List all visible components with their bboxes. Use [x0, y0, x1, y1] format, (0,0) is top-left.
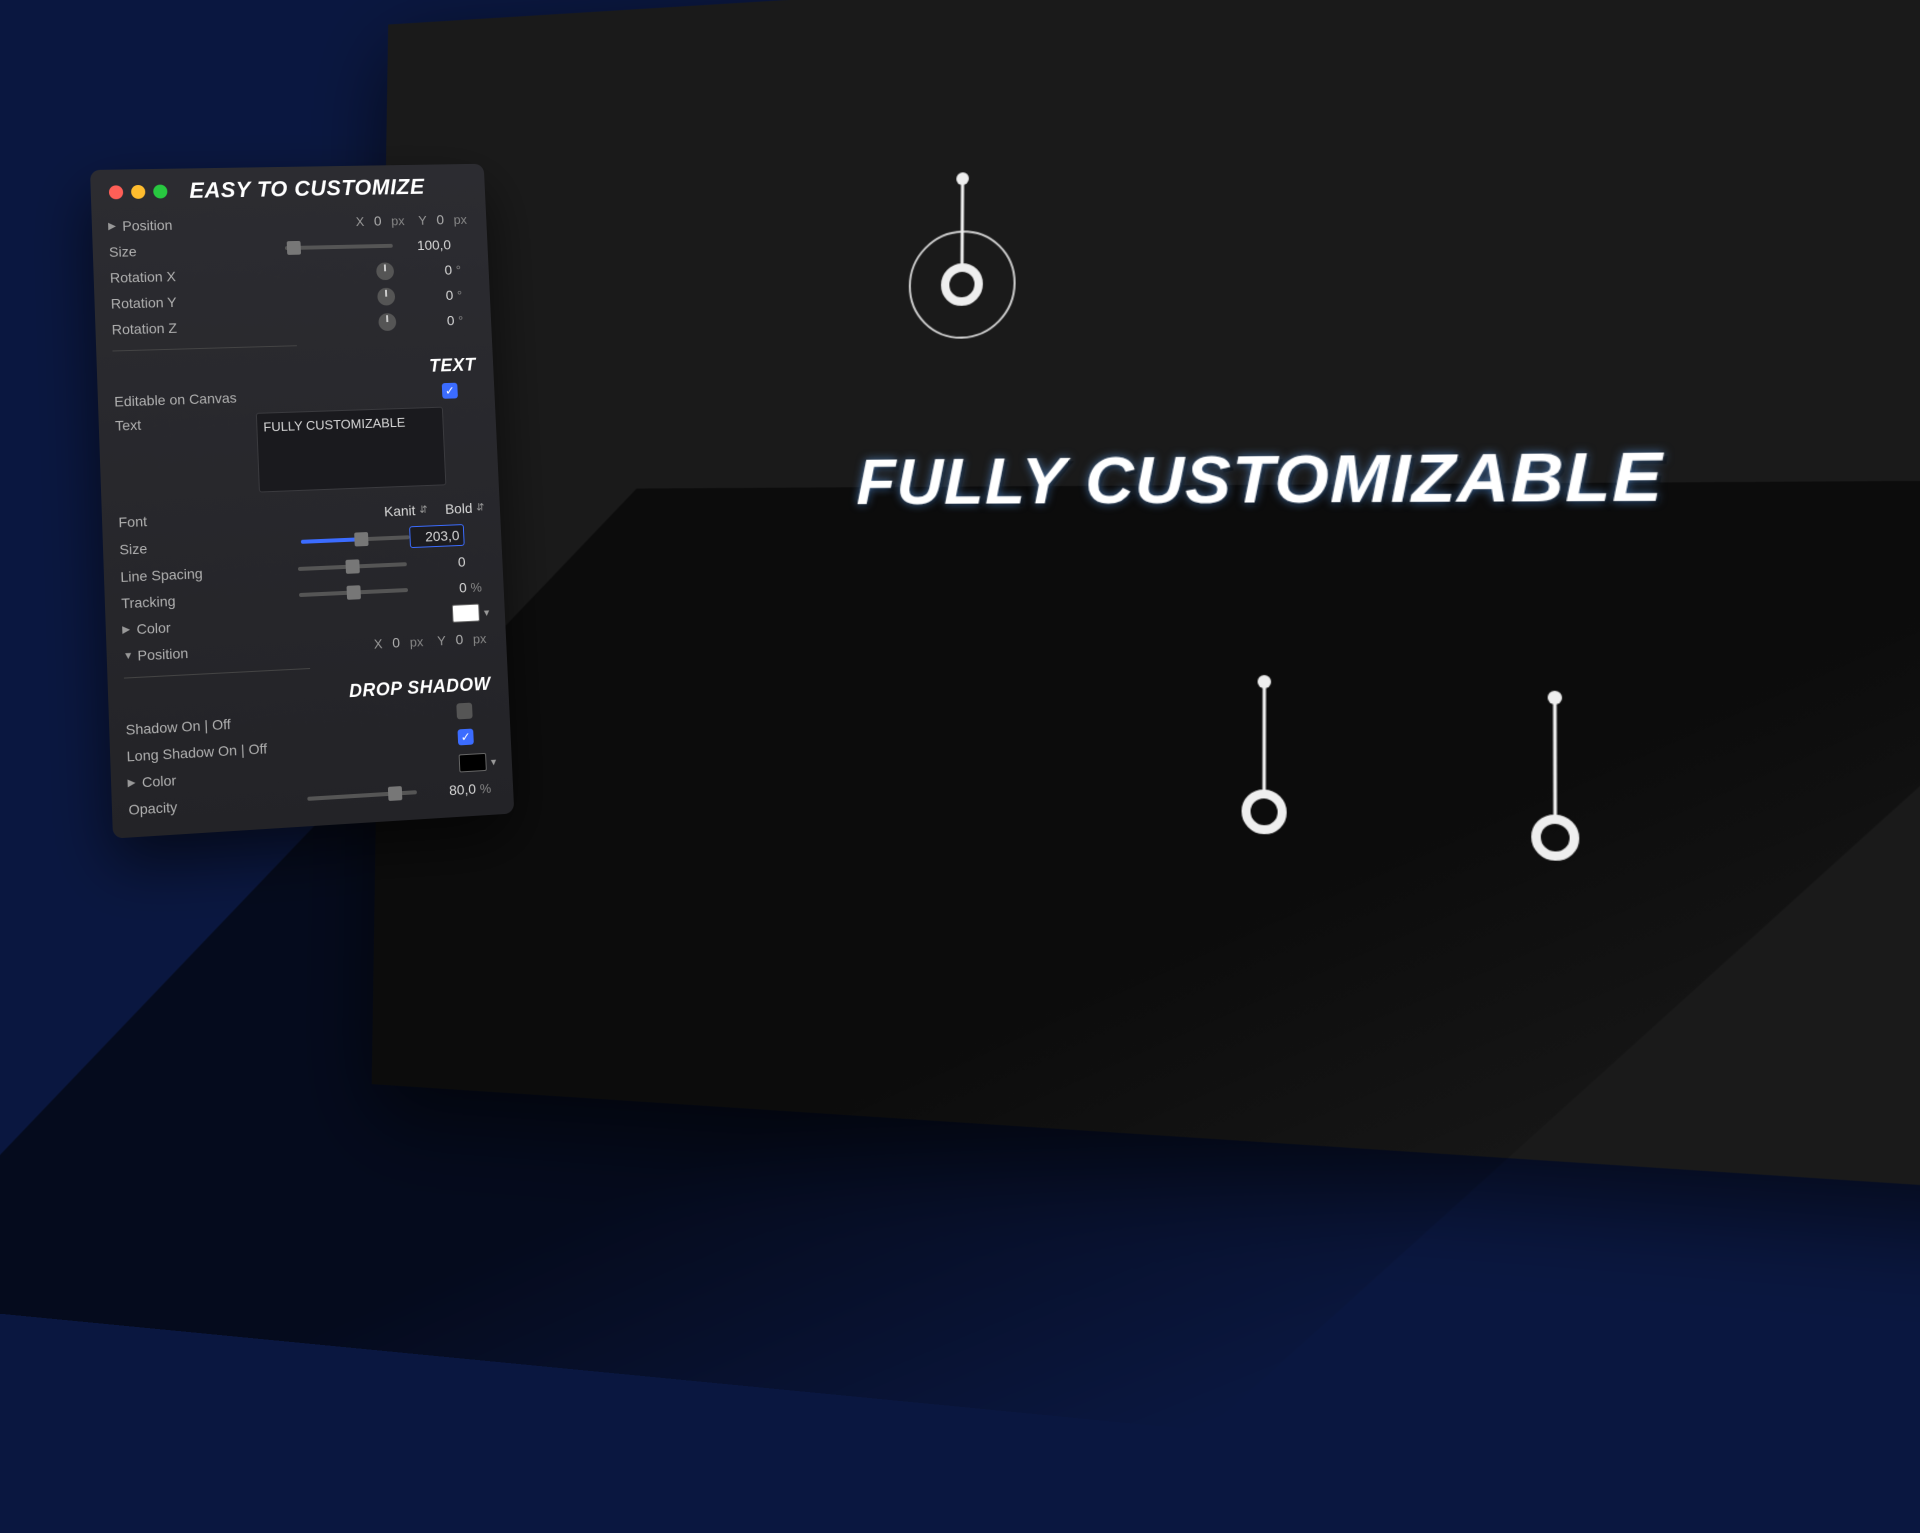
- text-position-y-axis: Y: [437, 633, 446, 648]
- shadow-color-swatch[interactable]: [459, 753, 487, 773]
- text-position-x-unit: px: [406, 633, 428, 649]
- divider: [112, 345, 296, 351]
- editable-on-canvas-label: Editable on Canvas: [114, 387, 315, 409]
- disclosure-icon[interactable]: ▶: [127, 777, 138, 789]
- font-size-slider[interactable]: [301, 535, 410, 544]
- rotation-x-value[interactable]: 0: [394, 262, 453, 279]
- position-label: Position: [122, 215, 263, 234]
- anchor-handle-bottom-left[interactable]: [1219, 672, 1310, 852]
- editable-on-canvas-checkbox[interactable]: [442, 383, 458, 399]
- rotation-z-label: Rotation Z: [111, 318, 252, 338]
- text-position-x-value[interactable]: 0: [392, 634, 400, 650]
- font-weight-select[interactable]: Bold ⇵: [445, 500, 485, 517]
- text-position-x-axis: X: [373, 636, 382, 651]
- rotation-y-unit: °: [453, 287, 475, 302]
- chevron-down-icon[interactable]: ▾: [484, 606, 490, 619]
- rotation-y-label: Rotation Y: [111, 292, 252, 311]
- font-label: Font: [118, 509, 260, 531]
- tracking-value[interactable]: 0: [408, 579, 467, 598]
- shadow-on-checkbox[interactable]: [456, 703, 472, 720]
- panel-title: EASY TO CUSTOMIZE: [189, 174, 425, 203]
- size-value[interactable]: 100,0: [392, 237, 451, 254]
- font-family-select[interactable]: Kanit ⇵: [384, 502, 428, 520]
- tracking-slider[interactable]: [299, 588, 408, 597]
- long-shadow-on-checkbox[interactable]: [457, 729, 473, 746]
- preview-viewport: FULLY CUSTOMIZABLE: [380, 0, 1920, 1080]
- font-family-value: Kanit: [384, 502, 416, 519]
- rotation-x-dial[interactable]: [376, 262, 394, 280]
- panel-titlebar[interactable]: EASY TO CUSTOMIZE: [102, 164, 474, 213]
- close-icon[interactable]: [109, 185, 124, 199]
- rotation-x-label: Rotation X: [110, 267, 251, 286]
- opacity-value[interactable]: 80,0: [417, 781, 477, 801]
- row-text: Text: [111, 402, 488, 501]
- text-label: Text: [115, 413, 257, 434]
- inspector-panel: EASY TO CUSTOMIZE ▶ Position X 0 px Y 0 …: [90, 164, 514, 839]
- rotation-y-value[interactable]: 0: [395, 287, 454, 304]
- chevron-updown-icon: ⇵: [476, 502, 485, 513]
- text-color-label: Color: [136, 614, 278, 637]
- text-position-label: Position: [137, 640, 279, 663]
- chevron-updown-icon: ⇵: [419, 504, 428, 515]
- opacity-label: Opacity: [128, 793, 271, 818]
- line-spacing-value[interactable]: 0: [406, 554, 465, 572]
- position-x-value[interactable]: 0: [374, 213, 382, 229]
- tracking-unit: %: [466, 579, 488, 595]
- position-x-unit: px: [387, 213, 409, 228]
- font-size-label: Size: [119, 536, 261, 558]
- preview-canvas[interactable]: FULLY CUSTOMIZABLE: [372, 0, 1920, 1210]
- position-y-value[interactable]: 0: [436, 212, 444, 228]
- text-input[interactable]: [256, 407, 447, 493]
- maximize-icon[interactable]: [153, 185, 168, 199]
- line-spacing-slider[interactable]: [298, 562, 407, 571]
- disclosure-icon[interactable]: ▼: [123, 650, 134, 662]
- preview-headline[interactable]: FULLY CUSTOMIZABLE: [380, 430, 1920, 521]
- font-weight-value: Bold: [445, 500, 473, 517]
- anchor-handle-bottom-right[interactable]: [1507, 688, 1603, 874]
- position-y-axis: Y: [418, 213, 427, 228]
- opacity-slider[interactable]: [307, 790, 417, 801]
- line-spacing-label: Line Spacing: [120, 563, 262, 585]
- rotation-z-unit: °: [454, 312, 476, 327]
- disclosure-icon[interactable]: ▶: [122, 624, 133, 636]
- size-label: Size: [109, 241, 250, 260]
- rotation-x-unit: °: [452, 262, 474, 277]
- size-slider[interactable]: [285, 244, 393, 250]
- position-y-unit: px: [449, 212, 471, 227]
- minimize-icon[interactable]: [131, 185, 146, 199]
- text-position-y-value[interactable]: 0: [455, 631, 463, 647]
- position-x-axis: X: [355, 214, 364, 229]
- inspector-panel-container: EASY TO CUSTOMIZE ▶ Position X 0 px Y 0 …: [90, 170, 490, 832]
- rotation-z-dial[interactable]: [378, 313, 396, 331]
- chevron-down-icon[interactable]: ▾: [490, 755, 496, 768]
- shadow-color-label: Color: [142, 766, 285, 791]
- tracking-label: Tracking: [121, 589, 263, 612]
- window-controls: [109, 185, 168, 200]
- text-color-swatch[interactable]: [452, 604, 480, 623]
- font-size-input[interactable]: [409, 524, 465, 548]
- disclosure-icon[interactable]: ▶: [108, 220, 118, 231]
- opacity-unit: %: [476, 780, 498, 796]
- anchor-handle-top[interactable]: [899, 166, 1026, 361]
- rotation-y-dial[interactable]: [377, 288, 395, 306]
- rotation-z-value[interactable]: 0: [396, 312, 455, 329]
- text-position-y-unit: px: [469, 630, 491, 646]
